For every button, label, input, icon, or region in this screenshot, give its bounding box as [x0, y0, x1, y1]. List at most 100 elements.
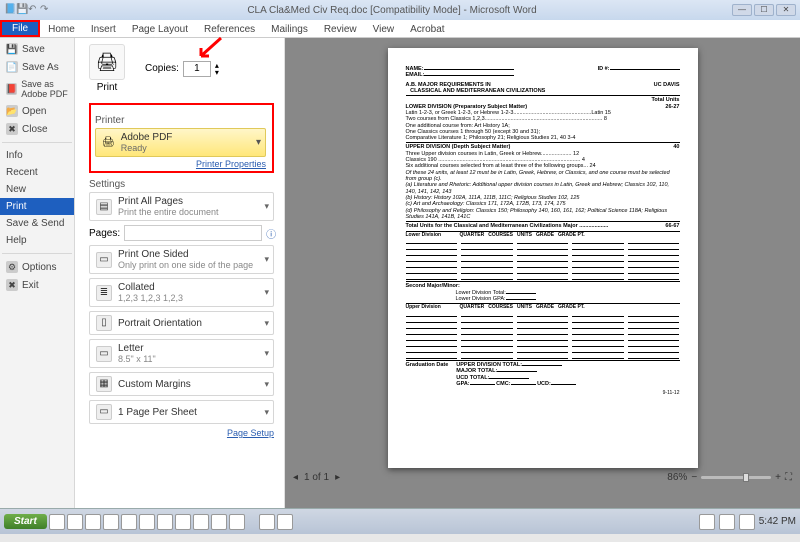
undo-icon[interactable]: ↶ [28, 4, 40, 16]
chevron-down-icon: ▾ [264, 254, 269, 265]
menu-options[interactable]: ⚙Options [0, 258, 74, 276]
page-icon: ▭ [96, 252, 112, 268]
menu-print[interactable]: Print [0, 198, 74, 215]
printer-name: Adobe PDF [121, 132, 173, 143]
menu-open[interactable]: 📂Open [0, 102, 74, 120]
taskbar-running-app[interactable] [259, 514, 275, 530]
tab-review[interactable]: Review [316, 22, 365, 37]
saveas-icon: 📄 [6, 61, 18, 73]
menu-save[interactable]: 💾Save [0, 40, 74, 58]
chevron-down-icon: ▾ [264, 318, 269, 329]
taskbar-app-icon[interactable] [49, 514, 65, 530]
taskbar-app-icon[interactable] [103, 514, 119, 530]
pages-input[interactable] [124, 225, 262, 241]
tray-icon[interactable] [739, 514, 755, 530]
exit-icon: ✖ [6, 279, 18, 291]
tab-references[interactable]: References [196, 22, 263, 37]
info-icon[interactable]: ⓘ [266, 226, 276, 241]
pages-label: Pages: [89, 228, 120, 239]
start-button[interactable]: Start [4, 514, 47, 529]
minimize-button[interactable]: — [732, 4, 752, 16]
page-setup-link[interactable]: Page Setup [89, 428, 274, 438]
print-preview: NAME: ID #: EMAIL: A.B. MAJOR REQUIREMEN… [285, 38, 800, 508]
page-navigator: ◂ 1 of 1 ▸ [293, 472, 340, 483]
settings-header: Settings [89, 179, 274, 190]
portrait-icon: ▯ [96, 315, 112, 331]
taskbar-app-icon[interactable] [157, 514, 173, 530]
tray-icon[interactable] [699, 514, 715, 530]
preview-page: NAME: ID #: EMAIL: A.B. MAJOR REQUIREMEN… [388, 48, 698, 468]
zoom-slider[interactable] [701, 476, 771, 479]
next-page-button[interactable]: ▸ [335, 472, 340, 483]
menu-save-as-pdf[interactable]: 📕Save as Adobe PDF [0, 76, 74, 102]
window-title: CLA Cla&Med Civ Req.doc [Compatibility M… [52, 5, 732, 16]
menu-close[interactable]: ✖Close [0, 120, 74, 138]
tab-file[interactable]: File [0, 20, 40, 37]
save-icon: 💾 [6, 43, 18, 55]
pps-icon: ▭ [96, 404, 112, 420]
word-icon: 📘 [4, 4, 16, 16]
setting-collate[interactable]: ≣ Collated1,2,3 1,2,3 1,2,3 ▾ [89, 278, 274, 307]
chevron-down-icon: ▾ [256, 137, 261, 148]
taskbar: Start 5:42 PM [0, 508, 800, 534]
taskbar-clock: 5:42 PM [759, 516, 796, 527]
tab-view[interactable]: View [365, 22, 403, 37]
taskbar-app-icon[interactable] [139, 514, 155, 530]
taskbar-running-app[interactable] [277, 514, 293, 530]
print-button[interactable]: 🖨 Print [89, 44, 125, 93]
pdf-icon: 📕 [6, 83, 17, 95]
chevron-down-icon: ▾ [264, 407, 269, 418]
save-icon[interactable]: 💾 [16, 4, 28, 16]
close-window-button[interactable]: ✕ [776, 4, 796, 16]
copies-input[interactable] [183, 61, 211, 77]
zoom-in-button[interactable]: + [775, 472, 781, 483]
printer-properties-link[interactable]: Printer Properties [95, 159, 266, 169]
tab-insert[interactable]: Insert [83, 22, 124, 37]
zoom-out-button[interactable]: − [691, 472, 697, 483]
setting-print-range[interactable]: ▤ Print All PagesPrint the entire docume… [89, 192, 274, 221]
open-icon: 📂 [6, 105, 18, 117]
prev-page-button[interactable]: ◂ [293, 472, 298, 483]
taskbar-app-icon[interactable] [67, 514, 83, 530]
taskbar-app-icon[interactable] [229, 514, 245, 530]
chevron-down-icon: ▾ [264, 379, 269, 390]
print-button-label: Print [89, 82, 125, 93]
chevron-down-icon: ▾ [264, 287, 269, 298]
menu-save-send[interactable]: Save & Send [0, 215, 74, 232]
taskbar-app-icon[interactable] [121, 514, 137, 530]
fit-page-button[interactable]: ⛶ [785, 472, 792, 483]
setting-orientation[interactable]: ▯ Portrait Orientation ▾ [89, 311, 274, 335]
chevron-down-icon: ▾ [264, 348, 269, 359]
taskbar-app-icon[interactable] [193, 514, 209, 530]
tab-page-layout[interactable]: Page Layout [124, 22, 196, 37]
taskbar-app-icon[interactable] [175, 514, 191, 530]
menu-new[interactable]: New [0, 181, 74, 198]
tray-icon[interactable] [719, 514, 735, 530]
margins-icon: ▦ [96, 376, 112, 392]
copies-spinner[interactable]: ▴▾ [215, 62, 219, 76]
redo-icon[interactable]: ↷ [40, 4, 52, 16]
tab-home[interactable]: Home [40, 22, 83, 37]
menu-save-as[interactable]: 📄Save As [0, 58, 74, 76]
printer-selector[interactable]: 🖨 Adobe PDF Ready ▾ [95, 128, 266, 157]
print-settings-panel: 🖨 Print Copies: ▴▾ Printer 🖨 Adobe PDF R… [75, 38, 285, 508]
menu-info[interactable]: Info [0, 147, 74, 164]
menu-recent[interactable]: Recent [0, 164, 74, 181]
tab-mailings[interactable]: Mailings [263, 22, 316, 37]
file-menu-sidebar: 💾Save 📄Save As 📕Save as Adobe PDF 📂Open … [0, 38, 75, 508]
ribbon-tabs: File Home Insert Page Layout References … [0, 20, 800, 38]
printer-header: Printer [95, 115, 266, 126]
setting-paper-size[interactable]: ▭ Letter8.5" x 11" ▾ [89, 339, 274, 368]
zoom-level: 86% [667, 472, 687, 483]
tab-acrobat[interactable]: Acrobat [402, 22, 452, 37]
maximize-button[interactable]: ☐ [754, 4, 774, 16]
setting-margins[interactable]: ▦ Custom Margins ▾ [89, 372, 274, 396]
menu-help[interactable]: Help [0, 232, 74, 249]
taskbar-app-icon[interactable] [211, 514, 227, 530]
setting-sides[interactable]: ▭ Print One SidedOnly print on one side … [89, 245, 274, 274]
setting-pages-per-sheet[interactable]: ▭ 1 Page Per Sheet ▾ [89, 400, 274, 424]
menu-exit[interactable]: ✖Exit [0, 276, 74, 294]
printer-status: Ready [121, 143, 173, 153]
printer-device-icon: 🖨 [102, 137, 115, 148]
taskbar-app-icon[interactable] [85, 514, 101, 530]
